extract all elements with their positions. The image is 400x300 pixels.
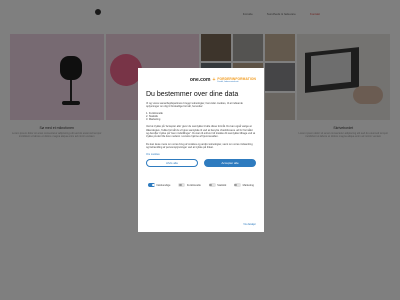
brand-forderinformation: FORDERINFORMATION Fordel, fødevareindust… [217,77,256,83]
toggle-statistics[interactable]: Statistik [208,183,227,187]
consent-purpose-list: 1. Funktionelle 2. Statistik 3. Marketin… [146,112,256,122]
toggle-label: Funktionelle [186,183,201,187]
accept-all-button[interactable]: Accepter alle [204,159,256,168]
consent-more-info: Du kan læse mere om vores brug af cookie… [146,142,253,149]
brand-fi-bottom: Fordel, fødevareindustri [217,81,239,83]
consent-brand-logo: one.com + FORDERINFORMATION Fordel, føde… [146,75,256,85]
toggle-switch[interactable] [148,183,155,187]
toggle-switch[interactable] [234,183,242,187]
toggle-necessary[interactable]: Nødvendige [148,183,171,187]
deny-all-button[interactable]: Afvis alle [146,159,198,168]
consent-explanation: Ved at trykke på 'Accepter alle' giver d… [146,125,256,139]
toggle-label: Statistik [217,183,227,187]
toggle-label: Nødvendige [156,183,171,187]
toggle-marketing[interactable]: Marketing [234,183,254,187]
consent-category-toggles: Nødvendige Funktionelle Statistik Market… [146,183,256,187]
purpose-item: 3. Marketing [146,118,161,122]
about-cookies-link[interactable]: Om cookies [146,153,256,156]
consent-title: Du bestemmer over dine data [146,91,239,98]
toggle-switch[interactable] [178,183,186,187]
cookie-consent-dialog: one.com + FORDERINFORMATION Fordel, føde… [138,68,264,232]
toggle-switch[interactable] [208,183,216,187]
consent-intro: Vi og vores samarbejdspartnere bruger te… [146,102,243,109]
brand-onecom: one.com [189,77,211,83]
brand-plus: + [212,77,216,83]
show-details-link[interactable]: Vis detaljer [243,223,256,226]
toggle-label: Marketing [242,183,254,187]
consent-actions: Afvis alle Accepter alle [146,159,256,168]
toggle-functional[interactable]: Funktionelle [178,183,201,187]
